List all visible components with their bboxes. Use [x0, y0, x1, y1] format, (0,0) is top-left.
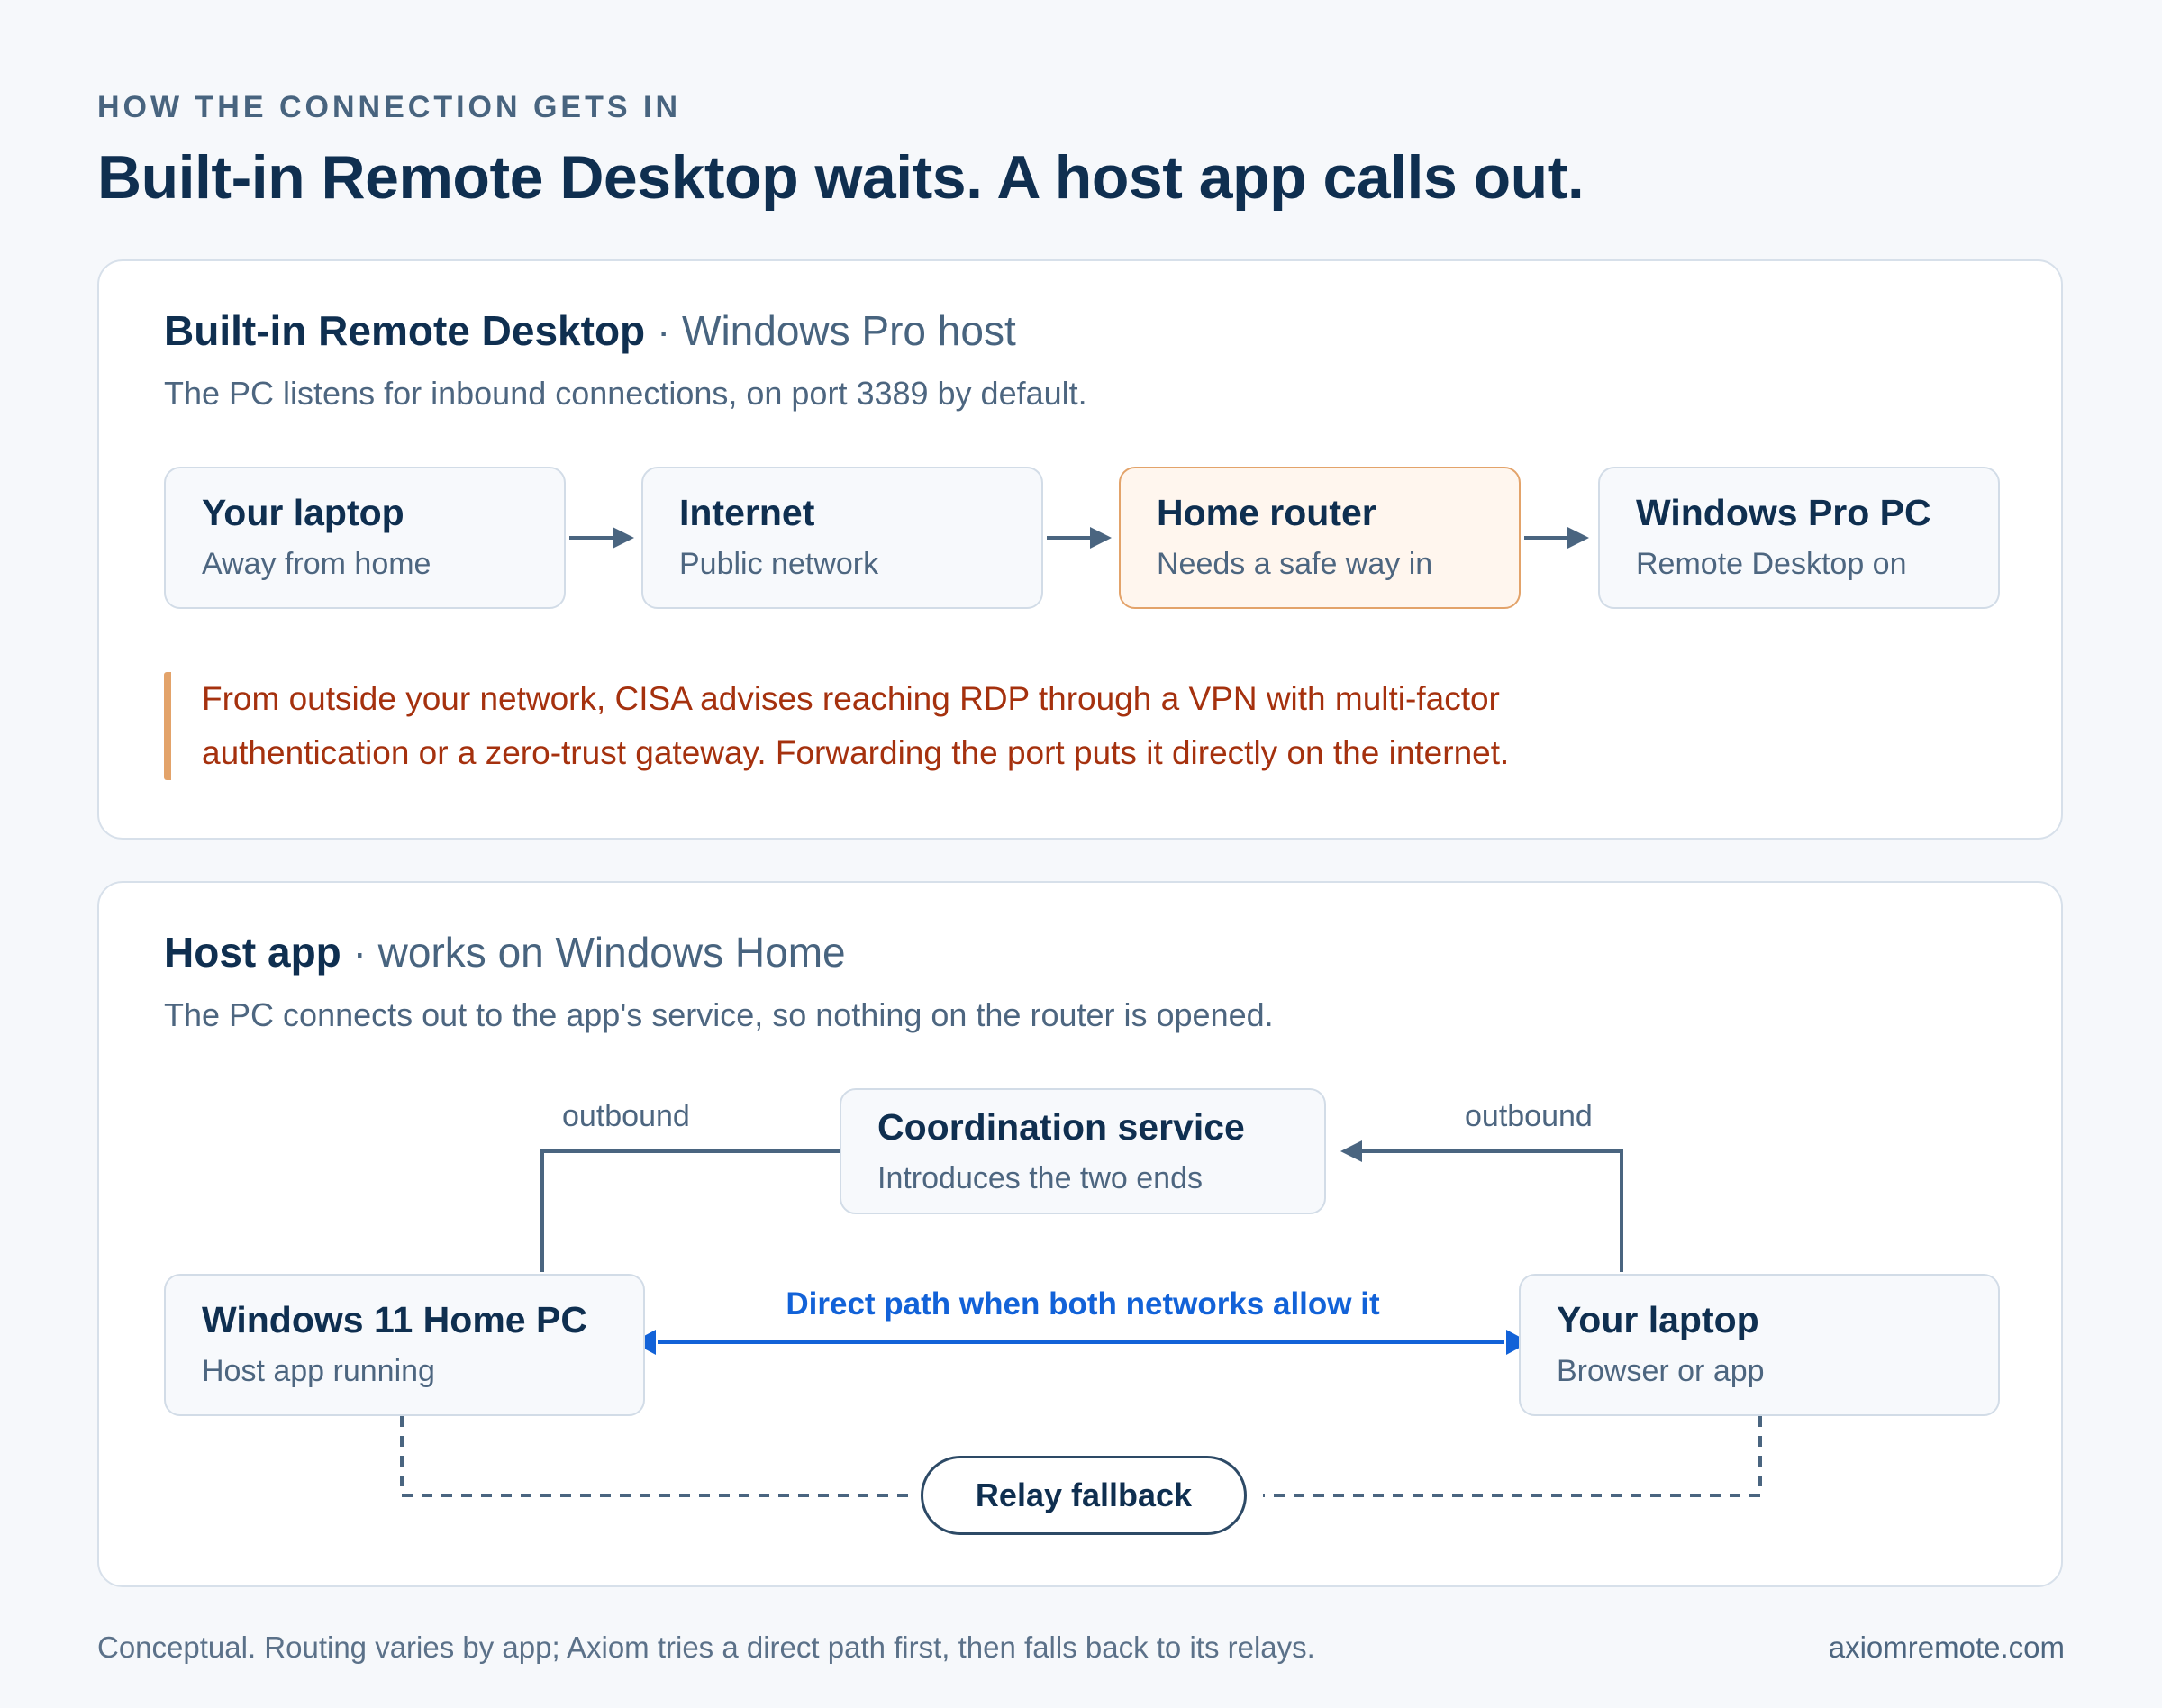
outbound-right-arrow	[1340, 1140, 1623, 1272]
page-title: Built-in Remote Desktop waits. A host ap…	[97, 143, 1585, 212]
node-title: Coordination service	[877, 1106, 1245, 1148]
node-windows-home-pc: Windows 11 Home PC Host app running	[164, 1274, 645, 1416]
node-your-laptop-host: Your laptop Browser or app	[1519, 1274, 2000, 1416]
node-title: Your laptop	[1557, 1299, 1759, 1340]
node-sub: Browser or app	[1557, 1354, 1765, 1388]
warning-line-1: From outside your network, CISA advises …	[202, 680, 1500, 717]
node-sub: Introduces the two ends	[877, 1161, 1204, 1195]
node-sub: Host app running	[202, 1354, 435, 1388]
footer-site: axiomremote.com	[1828, 1631, 2065, 1664]
arrow-router-to-pc	[1524, 527, 1589, 549]
arrow-laptop-to-internet	[569, 527, 634, 549]
eyebrow: HOW THE CONNECTION GETS IN	[97, 90, 681, 124]
direct-path-label: Direct path when both networks allow it	[786, 1286, 1380, 1322]
host-app-card: Host app · works on Windows Home The PC …	[97, 881, 2063, 1587]
warning-line-2: authentication or a zero-trust gateway. …	[202, 734, 1510, 771]
relay-fallback-pill: Relay fallback	[921, 1456, 1247, 1535]
cisa-warning: From outside your network, CISA advises …	[164, 672, 1876, 780]
footer-note: Conceptual. Routing varies by app; Axiom…	[97, 1631, 1315, 1664]
rdp-card: Built-in Remote Desktop · Windows Pro ho…	[97, 259, 2063, 840]
direct-path-arrow	[632, 1330, 1530, 1355]
arrow-internet-to-router	[1047, 527, 1112, 549]
node-coordination-service: Coordination service Introduces the two …	[840, 1088, 1326, 1214]
node-title: Windows 11 Home PC	[202, 1299, 587, 1340]
outbound-right-label: outbound	[1465, 1099, 1593, 1133]
outbound-left-label: outbound	[562, 1099, 690, 1133]
